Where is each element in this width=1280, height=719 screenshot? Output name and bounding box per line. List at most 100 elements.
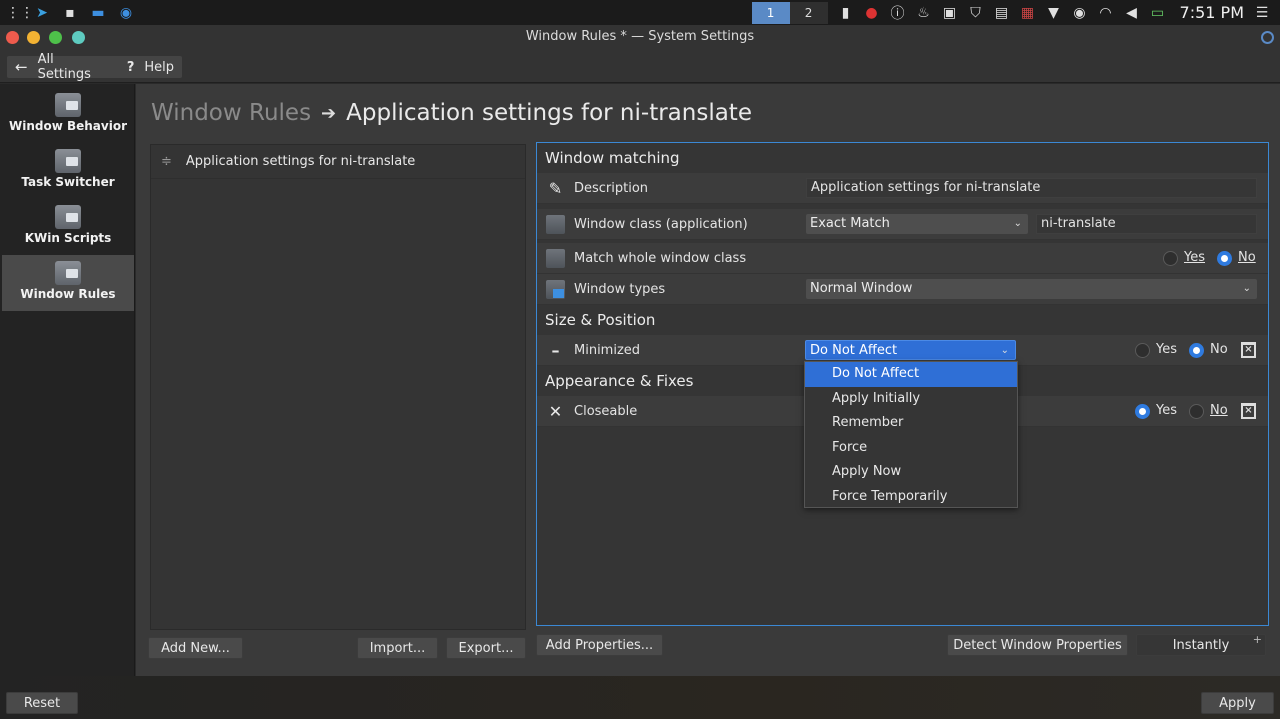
drag-handle-icon[interactable]: ≑ <box>161 154 172 169</box>
minimized-policy-dropdown: Do Not Affect Apply Initially Remember F… <box>804 361 1018 508</box>
help-icon: ? <box>126 59 135 75</box>
combo-value: Normal Window <box>810 281 913 296</box>
closeable-yes-label[interactable]: Yes <box>1156 403 1177 418</box>
chevron-down-icon: ⌄ <box>1013 218 1022 229</box>
property-label: Minimized <box>574 342 641 358</box>
remove-property-icon[interactable]: × <box>1241 403 1256 419</box>
sidebar-item-label: Window Behavior <box>8 119 127 133</box>
spin-up-icon[interactable]: + <box>1253 633 1262 646</box>
app-menu-icon[interactable] <box>1261 31 1274 44</box>
window-behavior-icon <box>55 93 81 117</box>
telegram-icon[interactable]: ➤ <box>34 5 50 21</box>
window-types-select[interactable]: Normal Window ⌄ <box>806 279 1257 299</box>
footer-bar: Reset Apply <box>0 676 1280 719</box>
record-icon[interactable]: ◉ <box>1072 5 1088 21</box>
sidebar-item-window-behavior[interactable]: Window Behavior <box>2 87 134 143</box>
whole-class-yes-label[interactable]: Yes <box>1184 250 1205 265</box>
menu-icon[interactable]: ☰ <box>1254 5 1270 21</box>
kde-connect-icon[interactable]: ▣ <box>942 5 958 21</box>
folder-icon[interactable]: ▬ <box>90 5 106 21</box>
list-item[interactable]: ≑ Application settings for ni-translate <box>151 145 525 179</box>
breadcrumb-parent[interactable]: Window Rules <box>151 100 311 126</box>
sidebar-item-label: Task Switcher <box>21 175 115 189</box>
flame-tray-icon[interactable]: ♨ <box>916 5 932 21</box>
window-class-match-select[interactable]: Exact Match ⌄ <box>806 214 1028 234</box>
main-content: Window Rules ➔ Application settings for … <box>136 84 1280 676</box>
sidebar-item-label: Window Rules <box>20 287 116 301</box>
apply-button[interactable]: Apply <box>1201 692 1274 714</box>
property-label: Description <box>574 180 649 196</box>
dropdown-option-force-temporarily[interactable]: Force Temporarily <box>805 485 1017 510</box>
property-window-class: Window class (application) Exact Match ⌄… <box>537 209 1268 240</box>
minimized-yes-radio[interactable] <box>1135 343 1150 358</box>
shield-icon[interactable]: ⛉ <box>968 5 984 21</box>
system-settings-icon[interactable]: ◉ <box>118 5 134 21</box>
volume-icon[interactable]: ◀ <box>1124 5 1140 21</box>
desktop-1[interactable]: 1 <box>751 1 790 24</box>
dropdown-option-remember[interactable]: Remember <box>805 411 1017 436</box>
sidebar-item-label: KWin Scripts <box>24 231 112 245</box>
all-settings-label: All Settings <box>37 52 91 82</box>
description-input[interactable]: Application settings for ni-translate <box>806 178 1257 198</box>
breadcrumb: Window Rules ➔ Application settings for … <box>151 100 752 126</box>
sidebar-item-kwin-scripts[interactable]: KWin Scripts <box>2 199 134 255</box>
add-new-button[interactable]: Add New... <box>148 637 243 659</box>
dropdown-option-apply-initially[interactable]: Apply Initially <box>805 387 1017 412</box>
whole-class-no-radio[interactable] <box>1217 251 1232 266</box>
dropdown-option-do-not-affect[interactable]: Do Not Affect <box>805 362 1017 387</box>
dropdown-option-apply-now[interactable]: Apply Now <box>805 460 1017 485</box>
app-launcher-icon[interactable]: ⋮⋮ <box>6 5 34 21</box>
whole-class-no-label[interactable]: No <box>1238 250 1256 265</box>
dropdown-option-force[interactable]: Force <box>805 436 1017 461</box>
window-titlebar[interactable]: Window Rules * — System Settings <box>0 25 1280 51</box>
clipboard-icon[interactable]: ▤ <box>994 5 1010 21</box>
reset-button[interactable]: Reset <box>6 692 78 714</box>
chevron-down-icon[interactable]: ▼ <box>1046 5 1062 21</box>
detect-window-properties-button[interactable]: Detect Window Properties <box>947 634 1128 656</box>
rules-list: ≑ Application settings for ni-translate <box>150 144 526 630</box>
minimized-no-radio[interactable] <box>1189 343 1204 358</box>
cherry-tray-icon[interactable]: ● <box>864 5 880 21</box>
window-class-icon <box>546 248 565 268</box>
window-title: Window Rules * — System Settings <box>525 29 755 44</box>
window-types-icon <box>546 279 565 299</box>
remove-property-icon[interactable]: × <box>1241 342 1256 358</box>
arrow-right-icon: ➔ <box>321 102 337 124</box>
close-icon: ✕ <box>548 401 563 421</box>
sidebar-item-task-switcher[interactable]: Task Switcher <box>2 143 134 199</box>
clock[interactable]: 7:51 PM <box>1180 3 1244 22</box>
arrow-left-icon: ← <box>15 58 28 76</box>
closeable-no-radio[interactable] <box>1189 404 1204 419</box>
sidebar-item-window-rules[interactable]: Window Rules <box>2 255 134 311</box>
battery-icon[interactable]: ▭ <box>1150 5 1166 21</box>
kwin-scripts-icon <box>55 205 81 229</box>
task-switcher-icon <box>55 149 81 173</box>
minimized-policy-select[interactable]: Do Not Affect ⌄ <box>805 340 1016 360</box>
add-properties-button[interactable]: Add Properties... <box>536 634 663 656</box>
flag-icon[interactable]: ▦ <box>1020 5 1036 21</box>
closeable-no-label[interactable]: No <box>1210 403 1228 418</box>
property-description: ✎ Description Application settings for n… <box>537 173 1268 204</box>
property-match-whole-class: Match whole window class Yes No <box>537 243 1268 274</box>
settings-app-icon[interactable]: ▪ <box>62 5 78 21</box>
import-button[interactable]: Import... <box>357 637 438 659</box>
export-button[interactable]: Export... <box>446 637 526 659</box>
trash-tray-icon[interactable]: ▮ <box>838 5 854 21</box>
closeable-yes-radio[interactable] <box>1135 404 1150 419</box>
window-class-input[interactable]: ni-translate <box>1036 214 1257 234</box>
whole-class-yes-radio[interactable] <box>1163 251 1178 266</box>
wifi-icon[interactable]: ◠ <box>1098 5 1114 21</box>
desktop-2[interactable]: 2 <box>789 1 828 24</box>
toolbar: ← All Settings ? Help <box>0 51 1280 83</box>
combo-value: Do Not Affect <box>810 343 898 358</box>
minimized-yes-label[interactable]: Yes <box>1156 342 1177 357</box>
detect-delay-spinbox[interactable]: Instantly + <box>1136 633 1266 656</box>
virtual-desktop-pager: 1 2 <box>751 1 828 24</box>
sidebar: Window Behavior Task Switcher KWin Scrip… <box>0 84 135 676</box>
property-label: Window class (application) <box>574 216 748 232</box>
info-tray-icon[interactable]: ⓘ <box>890 3 906 23</box>
section-window-matching: Window matching <box>537 143 1268 173</box>
all-settings-button[interactable]: ← All Settings ? Help <box>7 52 182 82</box>
help-label: Help <box>144 59 174 75</box>
minimized-no-label[interactable]: No <box>1210 342 1228 357</box>
